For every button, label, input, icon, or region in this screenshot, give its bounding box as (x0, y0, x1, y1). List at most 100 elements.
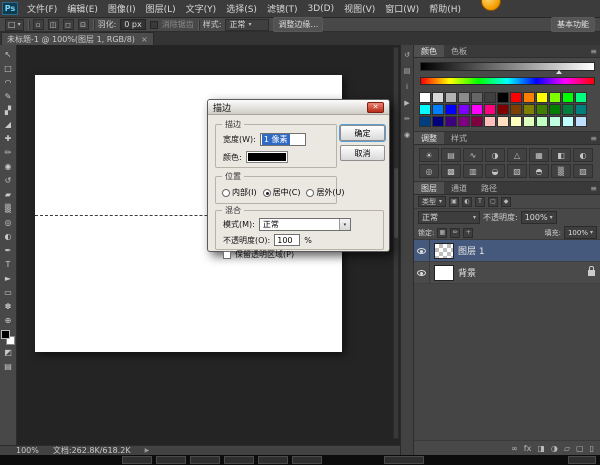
move-tool[interactable]: ↖ (1, 47, 16, 61)
selective-color-icon[interactable]: ▨ (573, 164, 593, 178)
new-group-icon[interactable]: ▱ (564, 444, 570, 453)
clone-stamp-tool[interactable]: ◉ (1, 159, 16, 173)
swatch[interactable] (419, 104, 431, 115)
history-panel-icon[interactable]: ↺ (401, 49, 413, 61)
clone-source-panel-icon[interactable]: ◉ (401, 129, 413, 141)
layer-style-icon[interactable]: fx (524, 444, 532, 453)
invert-icon[interactable]: ◒ (485, 164, 505, 178)
workspace-switcher[interactable]: 基本功能 (551, 17, 595, 32)
swatch[interactable] (458, 116, 470, 127)
swatch[interactable] (562, 92, 574, 103)
channel-mixer-icon[interactable]: ▩ (441, 164, 461, 178)
tab-paths[interactable]: 路径 (474, 182, 504, 194)
preserve-transparency-checkbox[interactable] (223, 250, 231, 259)
posterize-icon[interactable]: ▧ (507, 164, 527, 178)
swatch[interactable] (432, 92, 444, 103)
menu-layer[interactable]: 图层(L) (141, 0, 181, 17)
swatch[interactable] (549, 92, 561, 103)
rectangular-marquee-tool[interactable]: □ (1, 61, 16, 75)
swatch[interactable] (432, 116, 444, 127)
stroke-color-swatch[interactable] (245, 151, 288, 163)
swatch[interactable] (536, 92, 548, 103)
layer-filter-dropdown[interactable]: 类型 ▾ (418, 196, 447, 207)
blur-tool[interactable]: ◎ (1, 215, 16, 229)
spot-healing-brush-tool[interactable]: ✚ (1, 131, 16, 145)
new-selection-icon[interactable]: ▫ (32, 19, 44, 30)
add-selection-icon[interactable]: ◫ (47, 19, 59, 30)
crop-tool[interactable]: ▞ (1, 103, 16, 117)
black-white-icon[interactable]: ◐ (573, 148, 593, 162)
brightness-contrast-icon[interactable]: ☀ (419, 148, 439, 162)
taskbar-item[interactable] (384, 456, 424, 464)
swatch[interactable] (536, 104, 548, 115)
swatch[interactable] (510, 116, 522, 127)
swatch[interactable] (523, 92, 535, 103)
swatch[interactable] (419, 116, 431, 127)
swatch[interactable] (471, 116, 483, 127)
hue-saturation-icon[interactable]: ▦ (529, 148, 549, 162)
shape-filter-icon[interactable]: ▢ (488, 196, 499, 207)
swatch[interactable] (497, 92, 509, 103)
rectangle-tool[interactable]: ▭ (1, 285, 16, 299)
eraser-tool[interactable]: ▰ (1, 187, 16, 201)
style-dropdown[interactable]: 正常 ▾ (225, 18, 270, 31)
subtract-selection-icon[interactable]: ◻ (62, 19, 74, 30)
refine-edge-button[interactable]: 调整边缘… (273, 17, 324, 32)
tab-swatches[interactable]: 色板 (444, 45, 474, 57)
grayscale-ramp[interactable] (420, 62, 595, 74)
smart-filter-icon[interactable]: ◆ (501, 196, 512, 207)
delete-layer-icon[interactable]: ▯ (590, 444, 594, 453)
taskbar-item[interactable] (258, 456, 288, 464)
layer-name[interactable]: 背景 (458, 266, 476, 279)
history-brush-tool[interactable]: ↺ (1, 173, 16, 187)
swatch[interactable] (562, 104, 574, 115)
opacity-input[interactable]: 100 (274, 234, 301, 246)
taskbar-item[interactable] (190, 456, 220, 464)
color-balance-icon[interactable]: ◧ (551, 148, 571, 162)
swatch[interactable] (432, 104, 444, 115)
menu-edit[interactable]: 编辑(E) (62, 0, 103, 17)
swatch[interactable] (484, 92, 496, 103)
screen-mode-icon[interactable]: ▤ (1, 359, 16, 373)
menu-file[interactable]: 文件(F) (22, 0, 62, 17)
levels-icon[interactable]: ▤ (441, 148, 461, 162)
width-input[interactable]: 1 像素 (259, 133, 306, 146)
path-selection-tool[interactable]: ► (1, 271, 16, 285)
link-layers-icon[interactable]: ∞ (511, 444, 518, 453)
foreground-background-swatches[interactable] (1, 330, 15, 345)
cancel-button[interactable]: 取消 (340, 145, 385, 161)
zoom-tool[interactable]: ⊕ (1, 313, 16, 327)
tool-preset-picker[interactable]: □ ▾ (5, 18, 24, 31)
swatch[interactable] (484, 104, 496, 115)
opacity-value[interactable]: 100% ▾ (520, 211, 557, 224)
color-lookup-icon[interactable]: ▥ (463, 164, 483, 178)
swatch[interactable] (419, 92, 431, 103)
position-outside-radio[interactable]: 居外(U) (306, 187, 345, 198)
taskbar-item[interactable] (292, 456, 322, 464)
lasso-tool[interactable]: ◠ (1, 75, 16, 89)
layer-thumbnail[interactable] (434, 264, 454, 281)
quick-mask-icon[interactable]: ◩ (1, 345, 16, 359)
lock-position-icon[interactable]: + (463, 227, 474, 238)
curves-icon[interactable]: ∿ (463, 148, 483, 162)
blend-mode-dropdown[interactable]: 正常 ▾ (418, 211, 480, 224)
close-tab-icon[interactable]: × (141, 35, 148, 44)
document-tab[interactable]: 未标题-1 @ 100%(图层 1, RGB/8) × (1, 32, 154, 45)
hand-tool[interactable]: ✽ (1, 299, 16, 313)
swatch[interactable] (575, 116, 587, 127)
swatch[interactable] (562, 116, 574, 127)
taskbar-item[interactable] (122, 456, 152, 464)
swatch[interactable] (484, 116, 496, 127)
status-arrow-icon[interactable]: ▶ (145, 447, 150, 454)
swatch[interactable] (523, 116, 535, 127)
exposure-icon[interactable]: ◑ (485, 148, 505, 162)
visibility-toggle[interactable] (414, 262, 430, 283)
lock-transparent-icon[interactable]: ▦ (437, 227, 448, 238)
new-adjustment-layer-icon[interactable]: ◑ (551, 444, 558, 453)
color-spectrum-bar[interactable] (420, 77, 595, 85)
swatch[interactable] (458, 92, 470, 103)
menu-3d[interactable]: 3D(D) (302, 2, 339, 16)
actions-panel-icon[interactable]: ▶ (401, 97, 413, 109)
tab-styles[interactable]: 样式 (444, 132, 474, 144)
menu-view[interactable]: 视图(V) (339, 0, 380, 17)
